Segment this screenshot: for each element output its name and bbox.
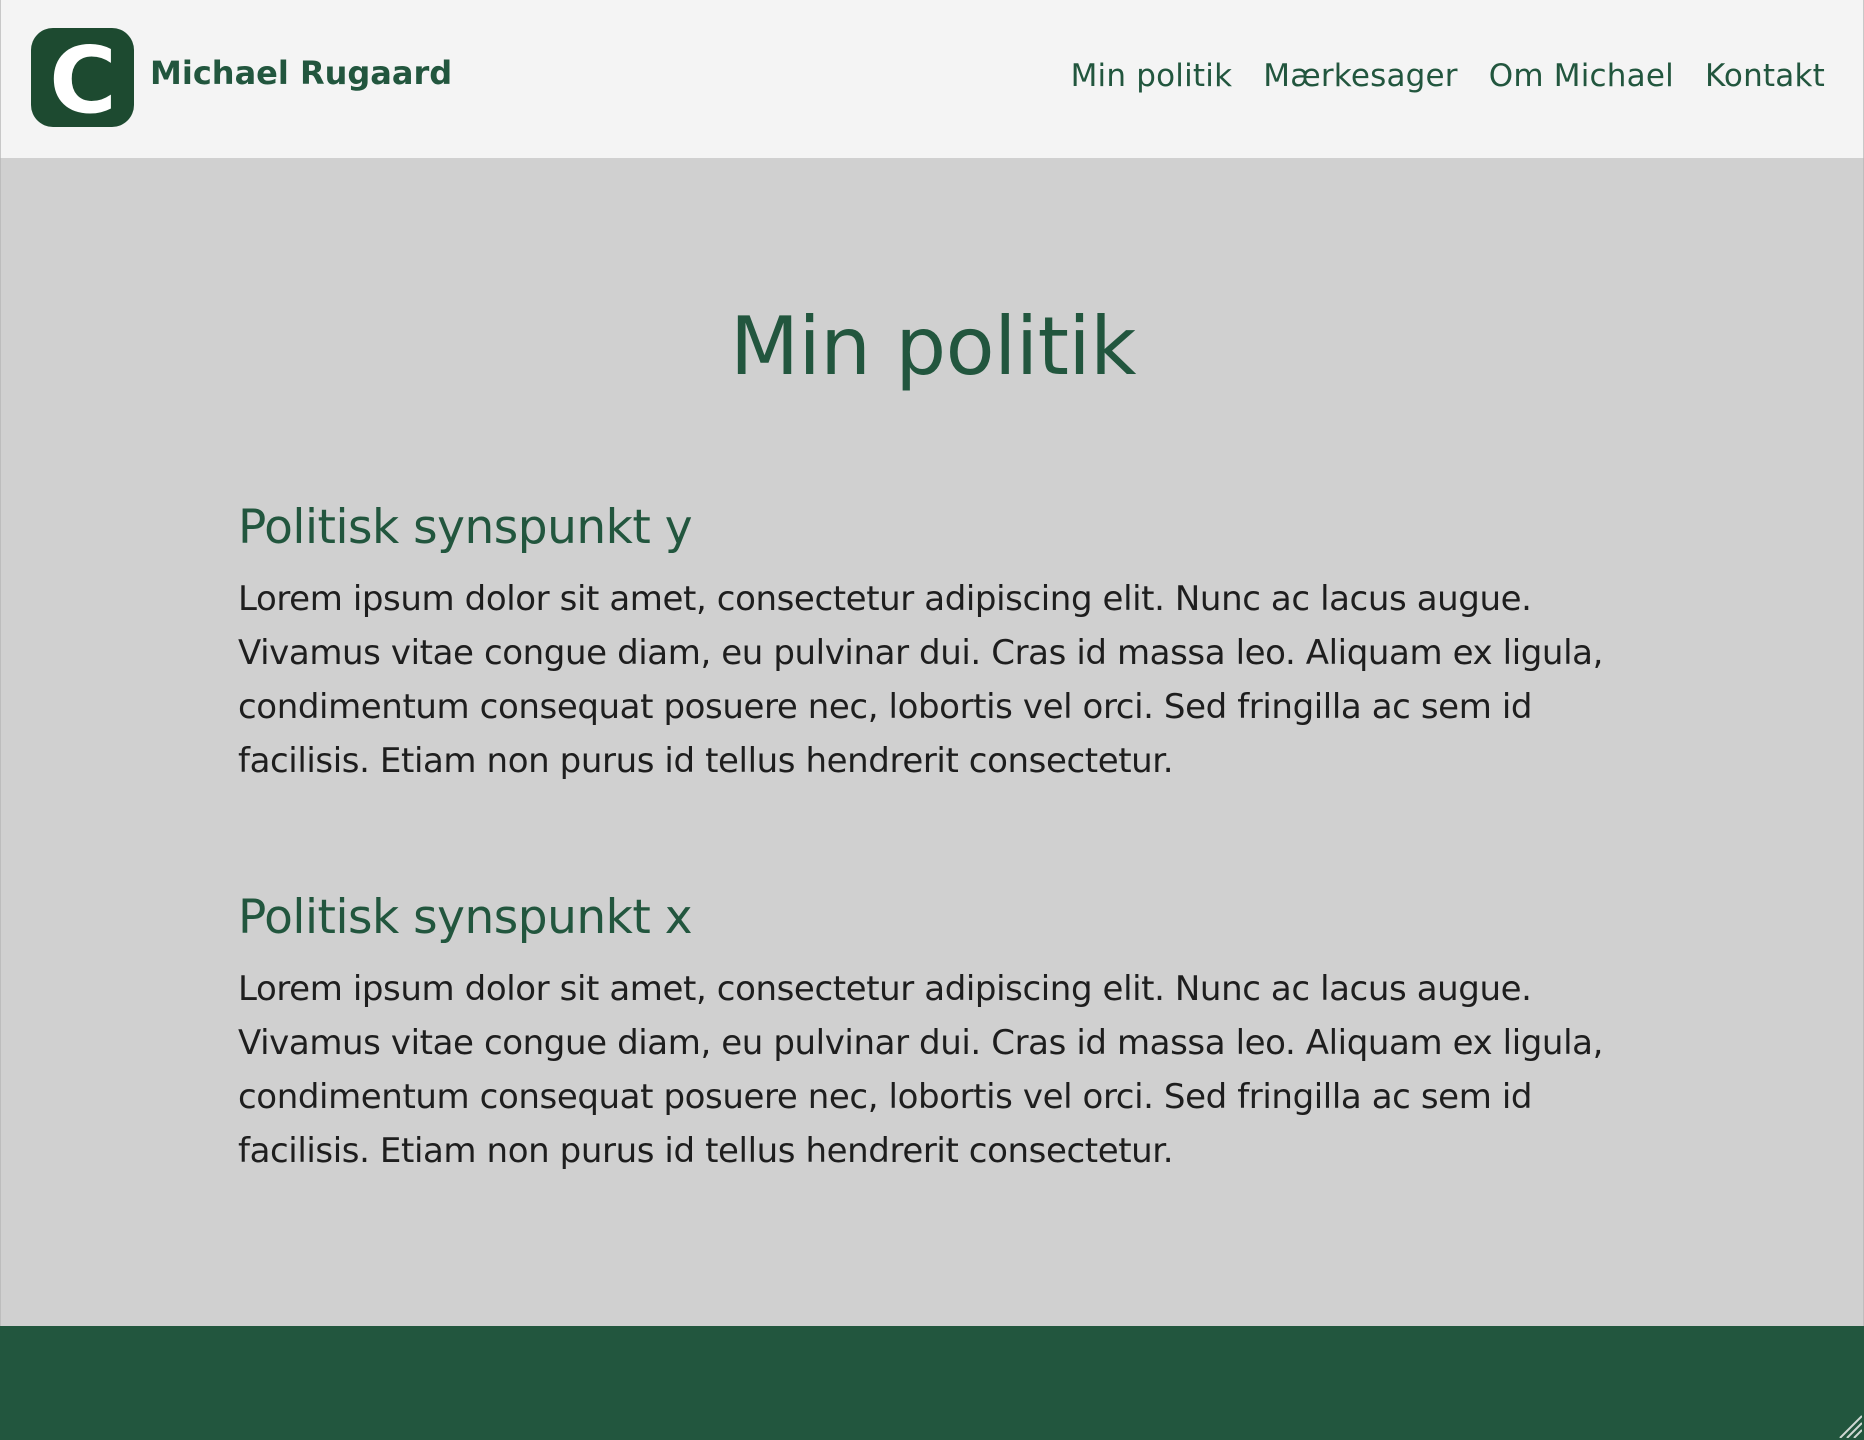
section-body: Lorem ipsum dolor sit amet, consectetur … <box>238 969 1603 1171</box>
resize-grip-icon[interactable] <box>1836 1412 1863 1439</box>
page: C Michael Rugaard Min politik Mærkesager… <box>0 0 1864 1440</box>
page-title: Min politik <box>730 300 1136 393</box>
site-header: C Michael Rugaard Min politik Mærkesager… <box>0 0 1864 158</box>
main-nav: Min politik Mærkesager Om Michael Kontak… <box>1071 58 1825 94</box>
logo-letter-glyph: C <box>49 28 117 127</box>
policy-section-x: Politisk synspunkt x Lorem ipsum dolor s… <box>238 888 1638 1178</box>
logo-letter: C <box>49 28 117 127</box>
nav-link-min-politik[interactable]: Min politik <box>1071 58 1233 94</box>
nav-link-kontakt[interactable]: Kontakt <box>1705 58 1825 94</box>
section-heading: Politisk synspunkt x <box>238 890 693 945</box>
nav-link-maerkesager[interactable]: Mærkesager <box>1263 58 1458 94</box>
section-body: Lorem ipsum dolor sit amet, consectetur … <box>238 579 1603 781</box>
brand-home-link[interactable]: C Michael Rugaard <box>31 28 452 127</box>
c-logo-icon: C <box>31 28 134 127</box>
site-footer <box>0 1326 1864 1440</box>
policy-section-y: Politisk synspunkt y Lorem ipsum dolor s… <box>238 498 1638 788</box>
section-heading: Politisk synspunkt y <box>238 500 693 555</box>
nav-link-om-michael[interactable]: Om Michael <box>1489 58 1674 94</box>
main-content: Min politik Politisk synspunkt y Lorem i… <box>0 158 1864 1326</box>
brand-name: Michael Rugaard <box>150 53 453 92</box>
